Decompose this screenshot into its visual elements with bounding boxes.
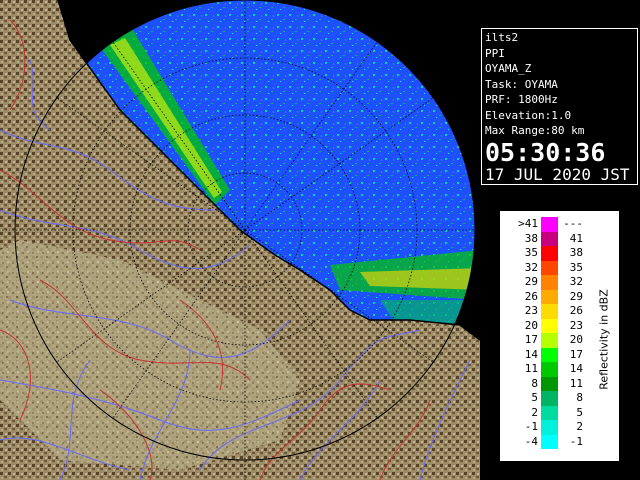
legend-swatch xyxy=(541,333,558,348)
legend-swatch xyxy=(541,217,558,232)
legend-swatch xyxy=(541,231,558,246)
elevation-label: Elevation:1.0 xyxy=(485,108,572,122)
legend-upper-bound: 35 xyxy=(569,260,583,274)
legend-upper-bound: 17 xyxy=(569,347,583,361)
legend-upper-bound: 26 xyxy=(569,304,583,317)
legend-upper-bound: --- xyxy=(563,217,583,230)
legend-upper-bound: 2 xyxy=(576,420,583,433)
legend-upper-bound: -1 xyxy=(569,434,583,448)
legend-swatch xyxy=(541,304,558,319)
legend-lower-bound: -1 xyxy=(524,420,538,433)
legend-lower-bound: 5 xyxy=(531,391,538,404)
legend-lower-bound: >41 xyxy=(518,217,538,230)
legend-swatch xyxy=(541,362,558,377)
legend-upper-bound: 8 xyxy=(576,391,583,404)
radar-ppi-display[interactable] xyxy=(0,0,480,480)
legend-title-wrap: Reflectivity in dBZ xyxy=(581,241,631,441)
legend-lower-bound: 23 xyxy=(524,304,538,317)
legend-lower-bound: 35 xyxy=(524,246,538,259)
legend-swatch xyxy=(541,391,558,406)
observation-time: 05:30:36 xyxy=(485,137,606,167)
legend-upper-bound: 23 xyxy=(569,318,583,332)
legend-title: Reflectivity in dBZ xyxy=(597,289,611,390)
legend-lower-bound: 26 xyxy=(524,289,538,303)
legend-swatch xyxy=(541,347,558,362)
reflectivity-legend: >41 --- 38 41 35 38 32 35 29 32 26 29 23 26 20 23 17 20 14… xyxy=(499,210,620,462)
legend-swatch xyxy=(541,376,558,391)
radar-name: OYAMA_Z xyxy=(485,62,532,75)
legend-lower-bound: 29 xyxy=(524,275,538,288)
legend-lower-bound: 11 xyxy=(524,362,538,375)
legend-swatch xyxy=(541,405,558,420)
legend-upper-bound: 14 xyxy=(569,362,583,375)
legend-upper-bound: 41 xyxy=(569,231,583,245)
legend-upper-bound: 32 xyxy=(569,275,583,288)
legend-swatch xyxy=(541,420,558,435)
legend-lower-bound: 2 xyxy=(531,405,538,419)
legend-lower-bound: 14 xyxy=(524,347,538,361)
legend-row: >41 --- xyxy=(500,217,619,232)
legend-lower-bound: 8 xyxy=(531,376,538,390)
scan-type: PPI xyxy=(485,46,505,60)
prf-label: PRF: 1800Hz xyxy=(485,93,558,106)
legend-upper-bound: 11 xyxy=(569,376,583,390)
legend-swatch xyxy=(541,275,558,290)
legend-swatch xyxy=(541,246,558,261)
legend-lower-bound: -4 xyxy=(524,434,538,448)
legend-lower-bound: 17 xyxy=(524,333,538,346)
legend-swatch xyxy=(541,289,558,304)
product-info-panel: ilts2 PPI OYAMA_Z Task: OYAMA PRF: 1800H… xyxy=(481,28,638,185)
legend-swatch xyxy=(541,260,558,275)
legend-swatch xyxy=(541,318,558,333)
legend-upper-bound: 20 xyxy=(569,333,583,346)
max-range-label: Max Range:80 km xyxy=(485,124,585,137)
task-label: Task: OYAMA xyxy=(485,77,558,91)
legend-lower-bound: 38 xyxy=(524,231,538,245)
legend-upper-bound: 29 xyxy=(569,289,583,303)
legend-upper-bound: 38 xyxy=(569,246,583,259)
site-id: ilts2 xyxy=(485,31,519,44)
observation-date: 17 JUL 2020 JST xyxy=(485,164,630,184)
legend-lower-bound: 32 xyxy=(524,260,538,274)
legend-upper-bound: 5 xyxy=(576,405,583,419)
legend-swatch xyxy=(541,434,558,449)
legend-lower-bound: 20 xyxy=(524,318,538,332)
